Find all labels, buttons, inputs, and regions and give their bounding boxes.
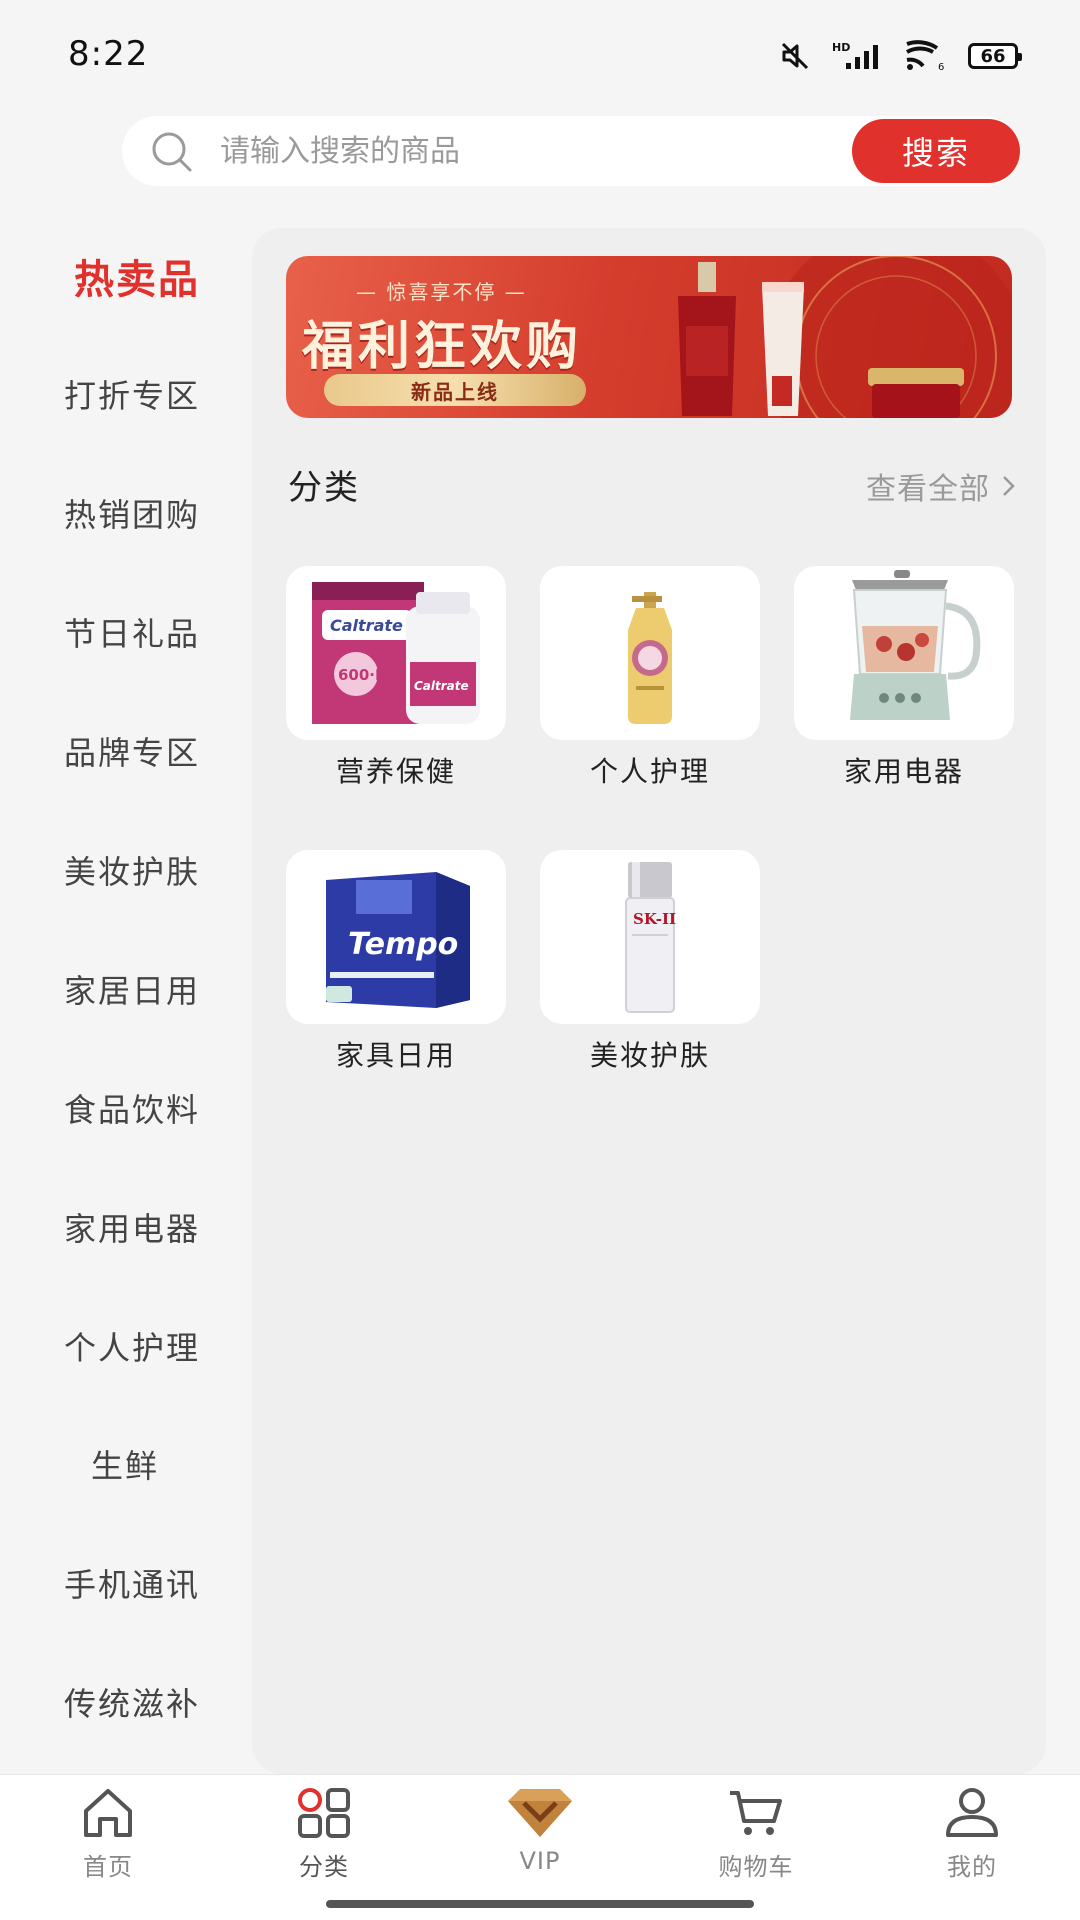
banner-pill: 新品上线 bbox=[324, 374, 586, 406]
category-label-personal-care: 个人护理 bbox=[589, 755, 710, 788]
sidebar-item-discount[interactable]: 打折专区 bbox=[0, 354, 250, 434]
vip-diamond-icon bbox=[508, 1789, 572, 1837]
category-card-nutrition[interactable]: Caltrate 600·D Caltrate bbox=[286, 566, 506, 740]
banner-subtitle: — 惊喜享不停 — bbox=[356, 280, 527, 304]
calcium-supplement-image: Caltrate 600·D Caltrate bbox=[312, 582, 480, 724]
sidebar-item-appliances[interactable]: 家用电器 bbox=[0, 1187, 250, 1267]
banner-title: 福利狂欢购 bbox=[302, 317, 583, 377]
search-bar: 搜索 bbox=[122, 116, 1020, 186]
user-icon bbox=[946, 1788, 998, 1837]
signal-icon: HD bbox=[832, 41, 878, 69]
sidebar-item-personal-care[interactable]: 个人护理 bbox=[0, 1306, 250, 1386]
nav-item-profile[interactable]: 我的 bbox=[864, 1775, 1080, 1895]
health-kettle-image bbox=[850, 570, 981, 720]
nav-item-category[interactable]: 分类 bbox=[216, 1775, 432, 1895]
tissue-box-image: Tempo bbox=[326, 872, 470, 1008]
bottom-nav: 首页 分类 VIP 购物车 我的 bbox=[0, 1774, 1080, 1920]
svg-text:600·D: 600·D bbox=[338, 666, 387, 684]
nav-label-vip: VIP bbox=[519, 1847, 561, 1875]
sidebar-item-brands[interactable]: 品牌专区 bbox=[0, 711, 250, 791]
sidebar-item-tonics[interactable]: 传统滋补 bbox=[0, 1662, 250, 1742]
category-card-personal-care[interactable] bbox=[540, 566, 760, 740]
nav-label-profile: 我的 bbox=[947, 1853, 997, 1881]
nav-item-cart[interactable]: 购物车 bbox=[648, 1775, 864, 1895]
category-grid-icon bbox=[298, 1788, 350, 1838]
search-input[interactable] bbox=[220, 116, 760, 186]
category-label-nutrition: 营养保健 bbox=[335, 755, 456, 788]
sidebar-item-fresh[interactable]: 生鲜 bbox=[0, 1424, 250, 1504]
status-time: 8:22 bbox=[68, 34, 149, 74]
status-bar: 8:22 HD 6 66 bbox=[0, 0, 1080, 110]
svg-text:6: 6 bbox=[938, 62, 944, 72]
cart-icon bbox=[730, 1791, 782, 1835]
nav-label-home: 首页 bbox=[83, 1853, 133, 1881]
category-card-appliances[interactable] bbox=[794, 566, 1014, 740]
section-title: 分类 bbox=[288, 468, 360, 508]
sidebar-item-hot-sale[interactable]: 热卖品 bbox=[0, 236, 250, 316]
category-card-household[interactable]: Tempo bbox=[286, 850, 506, 1024]
nav-item-vip[interactable]: VIP bbox=[432, 1775, 648, 1895]
search-icon bbox=[152, 132, 192, 172]
category-sidebar: 热卖品 打折专区 热销团购 节日礼品 品牌专区 美妆护肤 家居日用 食品饮料 家… bbox=[0, 214, 250, 1774]
svg-text:Caltrate: Caltrate bbox=[414, 679, 469, 693]
home-icon bbox=[84, 1789, 132, 1837]
status-icons: HD 6 66 bbox=[780, 38, 1022, 74]
nav-item-home[interactable]: 首页 bbox=[0, 1775, 216, 1895]
view-all-link[interactable]: 查看全部 bbox=[866, 464, 1016, 508]
essence-bottle-image: SK-II bbox=[625, 862, 676, 1013]
svg-text:SK-II: SK-II bbox=[633, 910, 676, 928]
sidebar-item-food-drinks[interactable]: 食品饮料 bbox=[0, 1068, 250, 1148]
home-indicator[interactable] bbox=[326, 1900, 754, 1908]
sidebar-item-group-buy[interactable]: 热销团购 bbox=[0, 473, 250, 553]
battery-icon: 66 bbox=[968, 43, 1022, 69]
body-wash-image bbox=[628, 592, 672, 724]
content-panel: — 惊喜享不停 — 福利狂欢购 新品上线 分类 查看全部 Caltrate 60… bbox=[252, 228, 1046, 1774]
sidebar-item-home-daily[interactable]: 家居日用 bbox=[0, 949, 250, 1029]
category-label-beauty: 美妆护肤 bbox=[589, 1039, 710, 1072]
svg-text:Tempo: Tempo bbox=[348, 927, 458, 962]
svg-text:Caltrate: Caltrate bbox=[330, 616, 403, 635]
category-label-household: 家具日用 bbox=[335, 1039, 456, 1072]
view-all-label: 查看全部 bbox=[866, 472, 990, 507]
sidebar-item-mobile[interactable]: 手机通讯 bbox=[0, 1543, 250, 1623]
promo-banner[interactable]: — 惊喜享不停 — 福利狂欢购 新品上线 bbox=[286, 256, 1012, 418]
search-button[interactable]: 搜索 bbox=[852, 119, 1020, 183]
svg-text:HD: HD bbox=[832, 41, 850, 54]
nav-label-cart: 购物车 bbox=[718, 1853, 794, 1881]
mute-icon bbox=[781, 42, 809, 70]
chevron-right-icon bbox=[1003, 476, 1015, 496]
nav-label-category: 分类 bbox=[299, 1853, 349, 1881]
category-label-appliances: 家用电器 bbox=[843, 755, 964, 788]
sidebar-item-beauty[interactable]: 美妆护肤 bbox=[0, 830, 250, 910]
wifi-icon: 6 bbox=[906, 40, 944, 72]
category-card-beauty[interactable]: SK-II bbox=[540, 850, 760, 1024]
sidebar-item-holiday-gifts[interactable]: 节日礼品 bbox=[0, 592, 250, 672]
